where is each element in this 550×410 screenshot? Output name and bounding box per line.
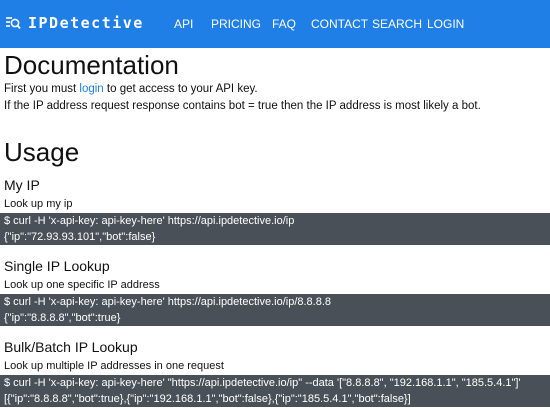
- nav-link-faq[interactable]: FAQ: [272, 16, 296, 32]
- section-title-bulk-ip: Bulk/Batch IP Lookup: [4, 339, 138, 355]
- bot-explanation-text: If the IP address request response conta…: [4, 100, 481, 112]
- nav-link-login[interactable]: LOGIN: [427, 16, 464, 32]
- code-command: $ curl -H 'x-api-key: api-key-here' http…: [4, 296, 332, 308]
- section-desc-my-ip: Look up my ip: [4, 198, 73, 210]
- code-response: [{"ip":"8.8.8.8","bot":true},{"ip":"192.…: [4, 393, 411, 405]
- login-link[interactable]: login: [79, 83, 103, 95]
- code-block-single-ip: $ curl -H 'x-api-key: api-key-here' http…: [0, 294, 550, 326]
- usage-heading: Usage: [4, 137, 80, 167]
- code-block-my-ip: $ curl -H 'x-api-key: api-key-here' http…: [0, 213, 550, 245]
- section-desc-bulk-ip: Look up multiple IP addresses in one req…: [4, 360, 224, 372]
- nav-link-search[interactable]: SEARCH: [372, 16, 422, 32]
- section-desc-single-ip: Look up one specific IP address: [4, 279, 160, 291]
- page-title: Documentation: [4, 50, 179, 80]
- code-command: $ curl -H 'x-api-key: api-key-here' http…: [4, 215, 295, 227]
- code-response: {"ip":"8.8.8.8","bot":true}: [4, 312, 121, 324]
- nav-link-pricing[interactable]: PRICING: [211, 16, 261, 32]
- section-title-single-ip: Single IP Lookup: [4, 258, 110, 274]
- nav-link-contact[interactable]: CONTACT: [311, 16, 368, 32]
- code-command: $ curl -H 'x-api-key: api-key-here' "htt…: [4, 377, 521, 389]
- brand-logo-link[interactable]: IPDetective: [5, 14, 144, 32]
- code-response: {"ip":"72.93.93.101","bot":false}: [4, 231, 156, 243]
- top-navbar: IPDetective API PRICING FAQ CONTACT SEAR…: [0, 0, 550, 48]
- search-list-icon: [6, 17, 21, 29]
- code-block-bulk-ip: $ curl -H 'x-api-key: api-key-here' "htt…: [0, 375, 550, 407]
- nav-link-api[interactable]: API: [174, 16, 193, 32]
- brand-name: IPDetective: [28, 14, 144, 32]
- intro-text: First you must login to get access to yo…: [4, 82, 258, 96]
- intro-suffix: to get access to your API key.: [103, 83, 258, 95]
- section-title-my-ip: My IP: [4, 177, 40, 193]
- intro-prefix: First you must: [4, 83, 80, 95]
